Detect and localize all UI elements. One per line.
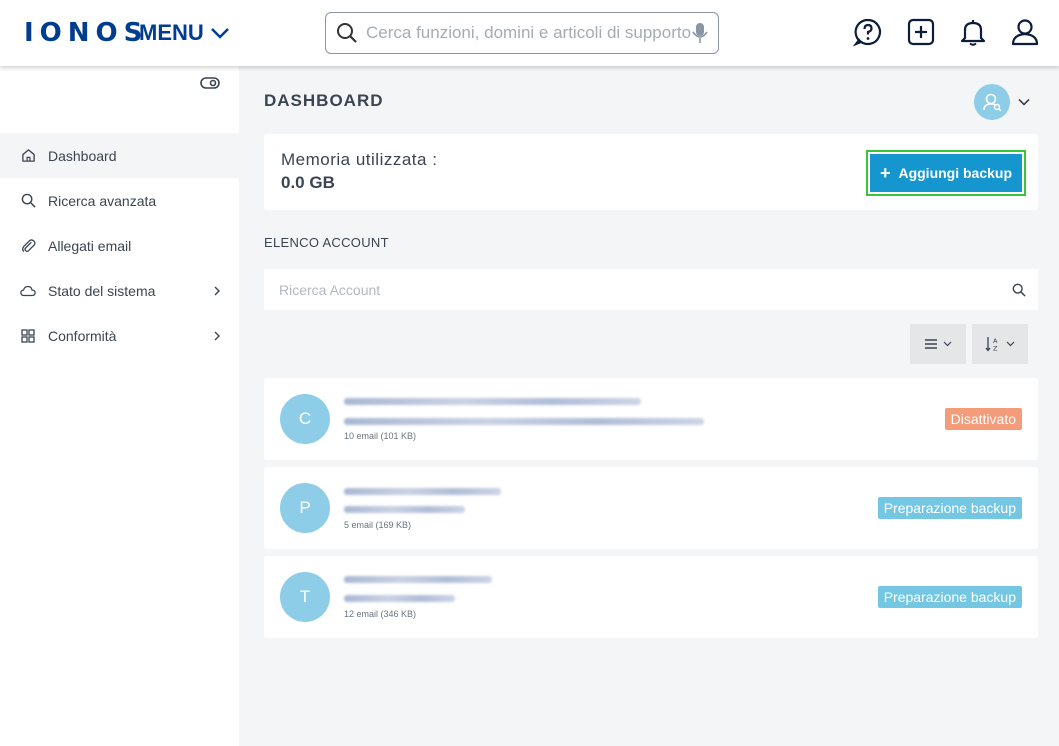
sidebar-item-label: Allegati email: [48, 237, 132, 254]
sidebar-item-advanced-search[interactable]: Ricerca avanzata: [0, 178, 239, 223]
account-switcher[interactable]: [974, 84, 1030, 120]
paperclip-icon: [20, 238, 36, 254]
account-name-redacted: [344, 576, 492, 583]
memory-usage-label: Memoria utilizzata :: [281, 150, 438, 169]
account-email-count: 12 email (346 KB): [344, 609, 417, 619]
chevron-down-icon: [1018, 98, 1030, 106]
avatar: [974, 84, 1010, 120]
main-menu-button[interactable]: MENU: [139, 20, 230, 46]
ionos-logo[interactable]: IONOS: [24, 18, 148, 48]
search-icon: [337, 23, 357, 43]
chevron-down-icon: [210, 28, 229, 39]
add-backup-label: Aggiungi backup: [898, 165, 1013, 181]
global-search[interactable]: [325, 12, 719, 54]
sidebar-item-email-attachments[interactable]: Allegati email: [0, 223, 239, 268]
top-bar: IONOS MENU: [0, 0, 1059, 66]
home-icon: [20, 148, 36, 164]
account-search[interactable]: [264, 269, 1038, 310]
sidebar-item-label: Ricerca avanzata: [48, 192, 157, 209]
user-profile-icon[interactable]: [1010, 17, 1040, 47]
account-email-count: 5 email (169 KB): [344, 520, 412, 530]
chevron-right-icon: [214, 286, 220, 295]
account-avatar: C: [280, 394, 330, 444]
sort-alphabetical-icon: AZ: [985, 337, 998, 353]
view-mode-dropdown[interactable]: [910, 324, 966, 364]
user-search-icon: [983, 93, 1002, 112]
account-list-heading: ELENCO ACCOUNT: [264, 235, 389, 250]
account-email-redacted: [344, 506, 465, 513]
svg-text:Z: Z: [993, 345, 998, 353]
sidebar-item-label: Dashboard: [48, 147, 117, 164]
grid-icon: [20, 328, 36, 344]
chevron-down-icon: [1006, 341, 1015, 347]
sidebar-item-label: Stato del sistema: [48, 282, 156, 299]
memory-usage-value: 0.0 GB: [281, 173, 335, 192]
account-email-redacted: [344, 595, 455, 602]
search-icon[interactable]: [1012, 283, 1026, 297]
sidebar-item-dashboard[interactable]: Dashboard: [0, 133, 239, 178]
account-card[interactable]: T 12 email (346 KB) Preparazione backup: [264, 556, 1038, 638]
cloud-icon: [20, 283, 36, 299]
help-icon[interactable]: [853, 17, 883, 47]
status-badge: Preparazione backup: [877, 586, 1022, 608]
account-card[interactable]: P 5 email (169 KB) Preparazione backup: [264, 467, 1038, 549]
account-card[interactable]: C 10 email (101 KB) Disattivato: [264, 378, 1038, 460]
sidebar: Dashboard Ricerca avanzata Allegati emai…: [0, 66, 239, 746]
global-search-input[interactable]: [366, 23, 692, 43]
sidebar-nav: Dashboard Ricerca avanzata Allegati emai…: [0, 133, 239, 358]
status-badge: Disattivato: [944, 408, 1022, 430]
status-badge: Preparazione backup: [877, 497, 1022, 519]
account-email-redacted: [344, 418, 704, 425]
chevron-right-icon: [214, 331, 220, 340]
sidebar-item-system-status[interactable]: Stato del sistema: [0, 268, 239, 313]
menu-label: MENU: [139, 20, 204, 45]
account-name-redacted: [344, 398, 641, 405]
sidebar-item-compliance[interactable]: Conformità: [0, 313, 239, 358]
view-toggle-icon[interactable]: [200, 76, 220, 90]
sort-dropdown[interactable]: AZ: [972, 324, 1028, 364]
memory-usage-card: Memoria utilizzata : 0.0 GB + Aggiungi b…: [264, 134, 1038, 210]
add-backup-button-inner: + Aggiungi backup: [870, 154, 1022, 192]
microphone-icon[interactable]: [692, 22, 708, 44]
account-avatar: T: [280, 572, 330, 622]
chevron-down-icon: [943, 341, 952, 347]
search-icon: [20, 193, 36, 209]
page-title: DASHBOARD: [264, 91, 384, 110]
add-backup-button[interactable]: + Aggiungi backup: [866, 150, 1026, 196]
list-view-icon: [925, 339, 937, 349]
account-name-redacted: [344, 488, 501, 495]
account-avatar: P: [280, 483, 330, 533]
account-email-count: 10 email (101 KB): [344, 431, 417, 441]
account-search-input[interactable]: [279, 281, 1012, 298]
add-icon[interactable]: [906, 17, 936, 47]
notifications-bell-icon[interactable]: [958, 17, 988, 47]
plus-icon: +: [879, 162, 891, 183]
sidebar-item-label: Conformità: [48, 327, 117, 344]
